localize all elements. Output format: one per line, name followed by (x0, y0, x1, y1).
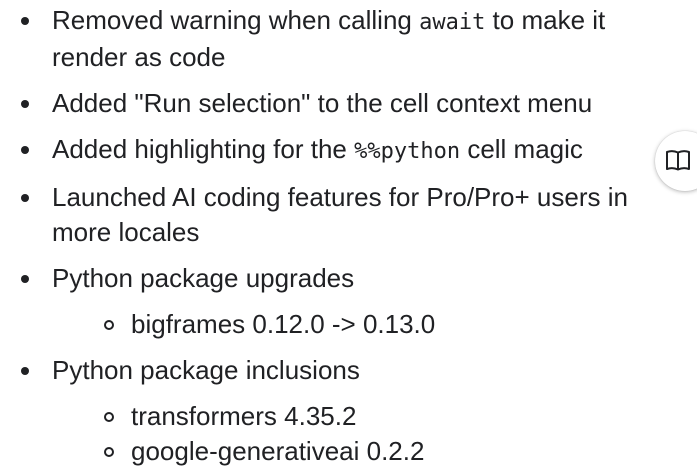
release-notes-list: Removed warning when calling await to ma… (0, 3, 697, 466)
list-item-text: Added "Run selection" to the cell contex… (52, 88, 593, 118)
list-item-text: more locales (52, 217, 200, 247)
list-item: Added "Run selection" to the cell contex… (0, 86, 697, 121)
sub-list-item-text: google-generativeai 0.2.2 (131, 436, 425, 466)
list-item: Python package inclusions transformers 4… (0, 353, 697, 466)
list-item-text: Launched AI coding features for Pro/Pro+… (52, 182, 628, 212)
sub-list-item-text: bigframes 0.12.0 -> 0.13.0 (131, 309, 436, 339)
list-item: Added highlighting for the %%python cell… (0, 132, 697, 169)
list-item-text: render as code (52, 42, 226, 72)
inline-code: %%python (354, 139, 461, 164)
list-item-text: Python package upgrades (52, 263, 355, 293)
inline-code: await (419, 10, 486, 35)
book-open-icon (666, 150, 690, 171)
list-item-text: Removed warning when calling (52, 5, 420, 35)
sub-list-item: google-generativeai 0.2.2 (52, 434, 697, 466)
list-item-text: to make it (485, 5, 606, 35)
list-item-line: Removed warning when calling await to ma… (52, 3, 697, 40)
list-item-text: Added highlighting for the (52, 134, 355, 164)
sub-list-item-text: transformers 4.35.2 (131, 401, 357, 431)
sub-list-item: transformers 4.35.2 (52, 399, 697, 434)
list-item: Launched AI coding features for Pro/Pro+… (0, 180, 697, 250)
release-notes-page: Removed warning when calling await to ma… (0, 0, 697, 466)
list-item: Python package upgrades bigframes 0.12.0… (0, 261, 697, 342)
list-item-text: cell magic (460, 134, 583, 164)
list-item: Removed warning when calling await to ma… (0, 3, 697, 75)
sub-list-item: bigframes 0.12.0 -> 0.13.0 (52, 307, 697, 342)
sub-list: transformers 4.35.2 google-generativeai … (52, 399, 697, 466)
sub-list: bigframes 0.12.0 -> 0.13.0 (52, 307, 697, 342)
list-item-text: Python package inclusions (52, 355, 360, 385)
